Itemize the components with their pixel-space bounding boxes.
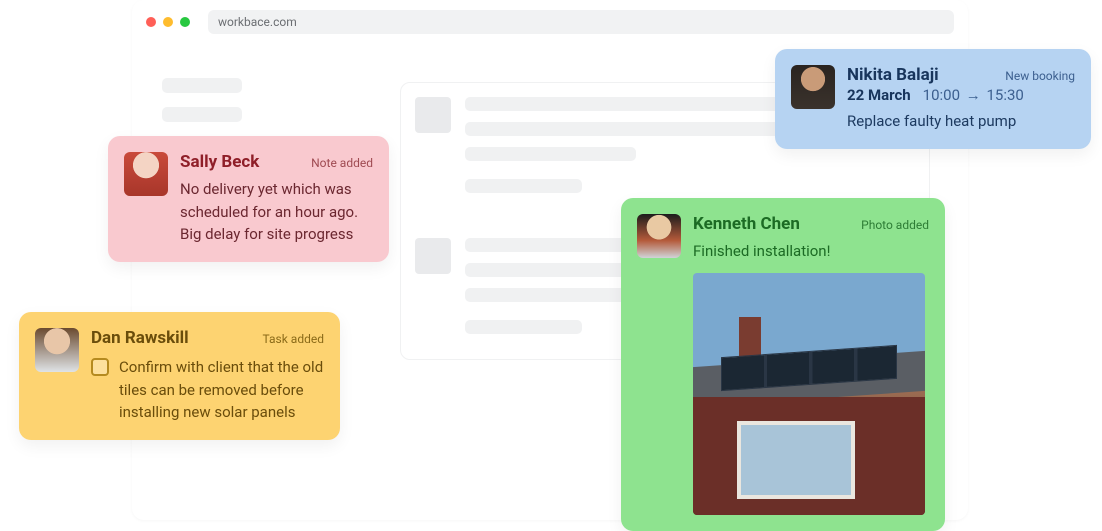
- event-badge: Photo added: [861, 218, 929, 232]
- booking-description: Replace faulty heat pump: [847, 110, 1075, 133]
- skeleton-line: [162, 107, 242, 122]
- person-name: Kenneth Chen: [693, 214, 800, 234]
- skeleton-line: [465, 147, 636, 161]
- task-text: Confirm with client that the old tiles c…: [119, 356, 324, 424]
- arrow-right-icon: →: [966, 86, 981, 104]
- avatar: [35, 328, 79, 372]
- close-window-button[interactable]: [146, 17, 156, 27]
- skeleton-avatar: [415, 97, 451, 133]
- photo-caption: Finished installation!: [693, 240, 929, 263]
- skeleton-line: [465, 320, 582, 334]
- skeleton-avatar: [415, 238, 451, 274]
- skeleton-line: [465, 288, 636, 302]
- person-name: Nikita Balaji: [847, 65, 939, 85]
- notification-card-booking[interactable]: Nikita Balaji New booking 22 March 10:00…: [775, 49, 1091, 149]
- avatar: [637, 214, 681, 258]
- event-badge: Note added: [311, 156, 373, 170]
- booking-time-start: 10:00: [923, 86, 960, 104]
- booking-time: 10:00 → 15:30: [923, 86, 1024, 104]
- person-name: Sally Beck: [180, 152, 259, 172]
- note-text: No delivery yet which was scheduled for …: [180, 178, 373, 246]
- photo-detail: [737, 421, 855, 499]
- notification-card-photo[interactable]: Kenneth Chen Photo added Finished instal…: [621, 198, 945, 531]
- address-bar[interactable]: workbace.com: [208, 10, 954, 34]
- skeleton-line: [465, 179, 582, 193]
- booking-date: 22 March: [847, 86, 911, 104]
- traffic-lights: [146, 17, 190, 27]
- task-checkbox[interactable]: [91, 358, 109, 376]
- skeleton-line: [162, 78, 242, 93]
- event-badge: New booking: [1005, 69, 1075, 83]
- booking-time-end: 15:30: [986, 86, 1023, 104]
- notification-card-note[interactable]: Sally Beck Note added No delivery yet wh…: [108, 136, 389, 262]
- person-name: Dan Rawskill: [91, 328, 189, 348]
- minimize-window-button[interactable]: [163, 17, 173, 27]
- maximize-window-button[interactable]: [180, 17, 190, 27]
- browser-chrome: workbace.com: [132, 0, 968, 44]
- avatar: [791, 65, 835, 109]
- attached-photo[interactable]: [693, 273, 925, 515]
- notification-card-task[interactable]: Dan Rawskill Task added Confirm with cli…: [19, 312, 340, 440]
- event-badge: Task added: [263, 332, 324, 346]
- avatar: [124, 152, 168, 196]
